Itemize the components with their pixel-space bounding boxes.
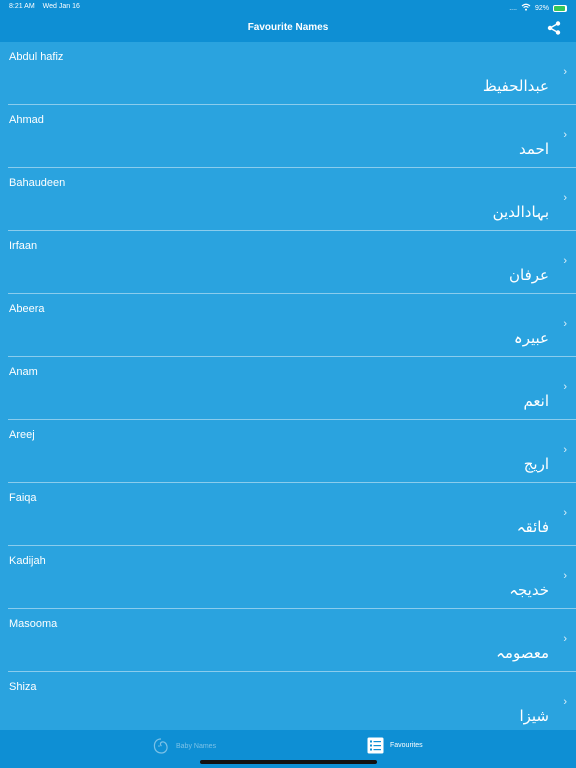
name-english: Masooma [9,618,58,630]
name-english: Ahmad [9,114,44,126]
list-icon [367,737,384,754]
nav-bar: Favourite Names [0,14,576,42]
status-right: .... 92% [509,3,567,13]
name-english: Shiza [9,681,37,693]
battery-icon [553,4,567,12]
chevron-right-icon: › [563,444,567,456]
chevron-right-icon: › [563,129,567,141]
chevron-right-icon: › [563,66,567,78]
chevron-right-icon: › [563,318,567,330]
name-urdu: معصومہ [496,644,549,662]
name-english: Anam [9,366,38,378]
status-left: 8:21 AM Wed Jan 16 [9,3,86,10]
name-english: Abdul hafiz [9,51,64,63]
list-item[interactable]: Anam انعم › [0,357,576,420]
tab-label: Baby Names [176,742,217,750]
list-item[interactable]: Ahmad احمد › [0,105,576,168]
name-english: Kadijah [9,555,46,567]
name-urdu: اریج [523,455,549,473]
share-button[interactable] [546,20,562,36]
chevron-right-icon: › [563,255,567,267]
name-urdu: انعم [523,392,549,410]
baby-icon [153,738,168,754]
list-item[interactable]: Bahaudeen بہادالدین › [0,168,576,231]
name-urdu: خدیجہ [509,581,549,599]
list-item[interactable]: Areej اریج › [0,420,576,483]
list-item[interactable]: Kadijah خدیجہ › [0,546,576,609]
share-icon [547,21,561,35]
name-english: Faiqa [9,492,37,504]
name-english: Areej [9,429,35,441]
chevron-right-icon: › [563,570,567,582]
chevron-right-icon: › [563,381,567,393]
status-bar: 8:21 AM Wed Jan 16 .... 92% [0,0,576,14]
name-urdu: فائقہ [516,518,549,536]
page-title: Favourite Names [247,22,329,33]
list-item[interactable]: Faiqa فائقہ › [0,483,576,546]
status-time: 8:21 AM [9,3,35,10]
signal-dots: .... [509,4,517,12]
chevron-right-icon: › [563,633,567,645]
name-urdu: عبدالحفیظ [482,77,549,95]
tab-favourites[interactable]: Favourites [367,737,423,754]
name-english: Bahaudeen [9,177,66,189]
list-item[interactable]: Shiza شیزا › [0,672,576,730]
chevron-right-icon: › [563,192,567,204]
tab-label: Favourites [390,742,423,749]
chevron-right-icon: › [563,507,567,519]
name-urdu: احمد [519,140,549,158]
list-item[interactable]: Abdul hafiz عبدالحفیظ › [0,42,576,105]
list-item[interactable]: Irfaan عرفان › [0,231,576,294]
battery-percent: 92% [534,4,549,12]
list-item[interactable]: Masooma معصومہ › [0,609,576,672]
favourites-list: Abdul hafiz عبدالحفیظ › Ahmad احمد › Bah… [0,42,576,730]
wifi-icon [521,3,531,13]
name-english: Irfaan [9,240,38,252]
name-urdu: شیزا [519,707,549,725]
tab-baby-names[interactable]: Baby Names [152,737,216,755]
name-urdu: عبیرہ [513,329,549,347]
name-english: Abeera [9,303,45,315]
name-urdu: بہادالدین [492,203,549,221]
name-urdu: عرفان [509,266,549,284]
status-date: Wed Jan 16 [42,3,80,10]
list-item[interactable]: Abeera عبیرہ › [0,294,576,357]
chevron-right-icon: › [563,696,567,708]
home-indicator [200,760,377,764]
